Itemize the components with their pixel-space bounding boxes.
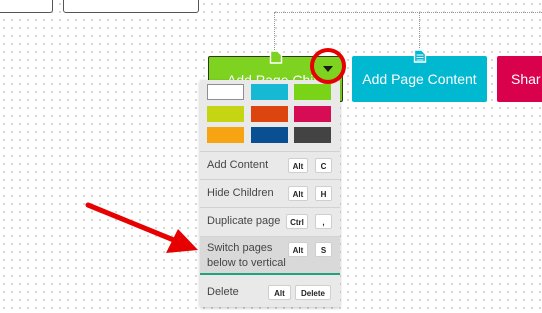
connector-mid-vertical <box>419 12 420 50</box>
color-swatch-navy[interactable] <box>251 127 288 143</box>
color-swatch-amber[interactable] <box>207 127 244 143</box>
color-swatch-orange-red[interactable] <box>251 106 288 122</box>
shortcut-key-alt: Alt <box>288 242 308 257</box>
color-swatch-white[interactable] <box>207 84 244 100</box>
color-swatch-lime[interactable] <box>207 106 244 122</box>
shortcut-key-delete: Delete <box>295 285 331 300</box>
shortcut-key-comma: , <box>315 214 332 229</box>
menu-item-delete[interactable]: Delete Alt Delete <box>200 278 340 307</box>
connector-horizontal <box>274 12 542 13</box>
menu-item-add-content[interactable]: Add Content Alt C <box>200 152 340 179</box>
shortcut-key-ctrl: Ctrl <box>286 214 308 229</box>
shortcut-key-c: C <box>315 158 332 173</box>
shortcut-key-alt: Alt <box>268 285 291 300</box>
add-content-label: Add Content <box>207 159 269 171</box>
node-context-menu: Add Content Alt C Hide Children Alt H Du… <box>200 80 340 307</box>
add-page-content-label: Add Page Content <box>362 71 477 87</box>
color-swatch-charcoal[interactable] <box>294 127 331 143</box>
top-node-right[interactable] <box>63 0 199 13</box>
color-swatch-green[interactable] <box>294 84 331 100</box>
share-label: Shar <box>511 71 541 87</box>
menu-item-switch-pages-vertical[interactable]: Switch pages below to vertical Alt S <box>200 237 340 275</box>
caret-down-icon <box>323 66 333 72</box>
shortcut-key-s: S <box>315 242 332 257</box>
switch-pages-label-line1: Switch pages <box>207 242 273 254</box>
page-icon <box>269 50 283 64</box>
menu-item-hide-children[interactable]: Hide Children Alt H <box>200 180 340 207</box>
duplicate-page-label: Duplicate page <box>207 215 281 227</box>
share-node[interactable]: Shar <box>497 56 542 102</box>
dropdown-toggle-button[interactable] <box>316 58 340 80</box>
delete-label: Delete <box>207 286 239 298</box>
shortcut-key-alt: Alt <box>288 158 308 173</box>
hide-children-label: Hide Children <box>207 187 274 199</box>
color-swatch-teal[interactable] <box>251 84 288 100</box>
top-node-left[interactable] <box>0 0 53 13</box>
switch-pages-label-line2: below to vertical <box>207 257 286 269</box>
menu-item-duplicate-page[interactable]: Duplicate page Ctrl , <box>200 208 340 236</box>
color-swatch-crimson[interactable] <box>294 106 331 122</box>
add-page-content-node[interactable]: Add Page Content <box>352 49 487 102</box>
shortcut-key-alt: Alt <box>288 186 308 201</box>
document-icon <box>413 49 426 63</box>
shortcut-key-h: H <box>315 186 332 201</box>
pointer-arrow <box>85 202 198 253</box>
